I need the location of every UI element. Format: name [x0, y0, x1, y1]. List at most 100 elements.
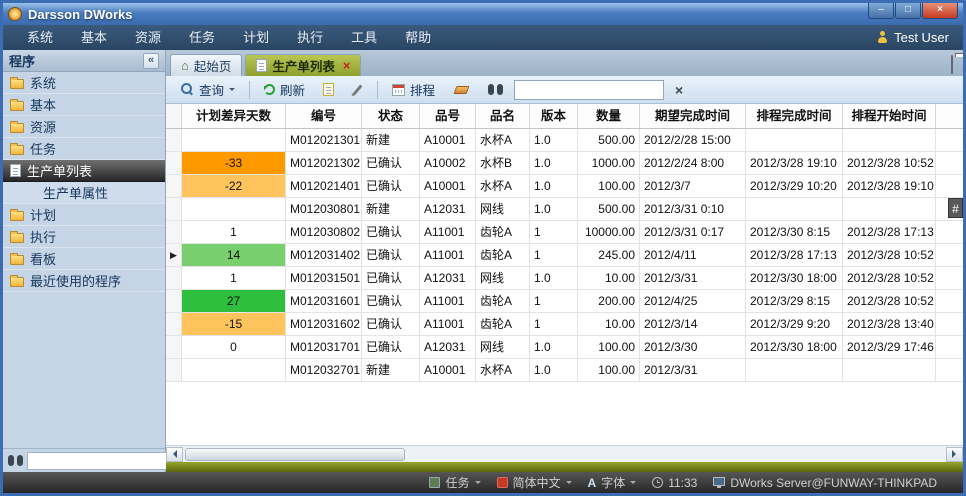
cell-version: 1.0: [530, 198, 578, 221]
scroll-right-button[interactable]: [946, 447, 963, 462]
column-header[interactable]: 期望完成时间: [640, 104, 746, 128]
tab-close-icon[interactable]: ×: [343, 59, 351, 72]
cell-sched_start: 2012/3/28 10:52: [843, 244, 936, 267]
cell-sched_end: 2012/3/30 8:15: [746, 221, 843, 244]
tab-label: 起始页: [194, 56, 232, 75]
toolbar-search-input[interactable]: [514, 80, 664, 100]
edit-button[interactable]: [345, 79, 370, 101]
close-button[interactable]: ×: [922, 3, 958, 19]
table-row[interactable]: 27M012031601已确认A11001齿轮A1200.002012/4/25…: [166, 290, 963, 313]
cell-diff-days: [182, 359, 286, 382]
menu-item[interactable]: 执行: [283, 25, 337, 50]
column-header[interactable]: 排程开始时间: [843, 104, 936, 128]
pencil-icon: [353, 84, 363, 95]
menu-item[interactable]: 任务: [175, 25, 229, 50]
cell-expect: 2012/3/31 0:17: [640, 221, 746, 244]
statusbar: 任务 简体中文 A 字体 11:33 DWorks Server@FUNWAY-…: [3, 472, 963, 493]
menu-item[interactable]: 基本: [67, 25, 121, 50]
new-button[interactable]: [316, 79, 341, 101]
table-row[interactable]: M012030801新建A12031网线1.0500.002012/3/31 0…: [166, 198, 963, 221]
tab-production-order-list[interactable]: 生产单列表 ×: [245, 54, 361, 76]
cell-qty: 10.00: [578, 267, 640, 290]
cell-status: 已确认: [362, 267, 420, 290]
user-box[interactable]: Test User: [876, 30, 953, 45]
status-task-menu[interactable]: 任务: [429, 474, 480, 491]
sidebar-item[interactable]: 生产单列表: [3, 160, 165, 182]
maximize-button[interactable]: □: [895, 3, 921, 19]
sidebar-item[interactable]: 任务: [3, 138, 165, 160]
table-row[interactable]: 0M012031701已确认A12031网线1.0100.002012/3/30…: [166, 336, 963, 359]
titlebar[interactable]: Darsson DWorks – □ ×: [3, 3, 963, 25]
sidebar-collapse-button[interactable]: «: [143, 53, 159, 69]
folder-icon: [10, 233, 24, 243]
sidebar-item[interactable]: 看板: [3, 248, 165, 270]
column-header[interactable]: 版本: [530, 104, 578, 128]
cell-version: 1.0: [530, 175, 578, 198]
cell-item_no: A12031: [420, 267, 476, 290]
column-header[interactable]: 状态: [362, 104, 420, 128]
table-row[interactable]: -15M012031602已确认A11001齿轮A110.002012/3/14…: [166, 313, 963, 336]
folder-icon: [10, 123, 24, 133]
cell-filler: [936, 129, 963, 152]
tab-home[interactable]: ⌂ 起始页: [170, 54, 242, 76]
table-row[interactable]: 1M012030802已确认A11001齿轮A110000.002012/3/3…: [166, 221, 963, 244]
sidebar-item[interactable]: 基本: [3, 94, 165, 116]
schedule-label: 排程: [410, 80, 435, 99]
status-clock: 11:33: [652, 476, 697, 490]
find-button[interactable]: [481, 79, 510, 101]
cell-diff-days: -33: [182, 152, 286, 175]
scrollbar-thumb[interactable]: [185, 448, 405, 461]
printer-icon[interactable]: [951, 55, 953, 74]
row-indicator-cell: [166, 221, 182, 244]
status-font-menu[interactable]: A 字体: [588, 474, 637, 491]
menu-item[interactable]: 帮助: [391, 25, 445, 50]
schedule-button[interactable]: 排程: [385, 79, 442, 101]
grid-body: M012021301新建A10001水杯A1.0500.002012/2/28 …: [166, 129, 963, 382]
cell-qty: 10.00: [578, 313, 640, 336]
table-row[interactable]: -33M012021302已确认A10002水杯B1.01000.002012/…: [166, 152, 963, 175]
sidebar-item[interactable]: 计划: [3, 204, 165, 226]
column-header[interactable]: 品号: [420, 104, 476, 128]
column-header[interactable]: 数量: [578, 104, 640, 128]
scroll-left-button[interactable]: [166, 447, 183, 462]
cell-sched_start: [843, 359, 936, 382]
refresh-button[interactable]: 刷新: [257, 79, 312, 101]
menu-item[interactable]: 资源: [121, 25, 175, 50]
sidebar-item[interactable]: 生产单属性: [3, 182, 165, 204]
hash-marker[interactable]: #: [948, 198, 963, 218]
minimize-button[interactable]: –: [868, 3, 894, 19]
sidebar-item[interactable]: 资源: [3, 116, 165, 138]
eraser-button[interactable]: [446, 79, 477, 101]
table-row[interactable]: 1M012031501已确认A12031网线1.010.002012/3/312…: [166, 267, 963, 290]
status-language-menu[interactable]: 简体中文: [497, 474, 572, 491]
column-header[interactable]: 计划差异天数: [182, 104, 286, 128]
sidebar-item[interactable]: 系统: [3, 72, 165, 94]
query-button[interactable]: 查询: [174, 79, 242, 101]
table-row[interactable]: M012021301新建A10001水杯A1.0500.002012/2/28 …: [166, 129, 963, 152]
cell-expect: 2012/2/24 8:00: [640, 152, 746, 175]
scrollbar-track[interactable]: [183, 447, 946, 462]
cell-item_name: 网线: [476, 198, 530, 221]
cell-diff-days: [182, 198, 286, 221]
menu-item[interactable]: 系统: [13, 25, 67, 50]
menu-item[interactable]: 工具: [337, 25, 391, 50]
column-header[interactable]: 排程完成时间: [746, 104, 843, 128]
sidebar-item[interactable]: 最近使用的程序: [3, 270, 165, 292]
menu-item[interactable]: 计划: [229, 25, 283, 50]
sidebar-item[interactable]: 执行: [3, 226, 165, 248]
cell-filler: [936, 359, 963, 382]
row-indicator-cell: [166, 129, 182, 152]
table-row[interactable]: ▶14M012031402已确认A11001齿轮A1245.002012/4/1…: [166, 244, 963, 267]
column-header[interactable]: 品名: [476, 104, 530, 128]
tab-bar-right: [951, 56, 959, 74]
chevron-down-icon: [630, 481, 636, 487]
column-header[interactable]: 编号: [286, 104, 362, 128]
cell-sched_end: 2012/3/29 9:20: [746, 313, 843, 336]
table-row[interactable]: -22M012021401已确认A10001水杯A1.0100.002012/3…: [166, 175, 963, 198]
tab-label: 生产单列表: [272, 56, 335, 75]
cell-status: 已确认: [362, 244, 420, 267]
cell-item_no: A11001: [420, 221, 476, 244]
user-icon: [876, 31, 889, 44]
clear-search-button[interactable]: ×: [668, 79, 690, 101]
table-row[interactable]: M012032701新建A10001水杯A1.0100.002012/3/31: [166, 359, 963, 382]
